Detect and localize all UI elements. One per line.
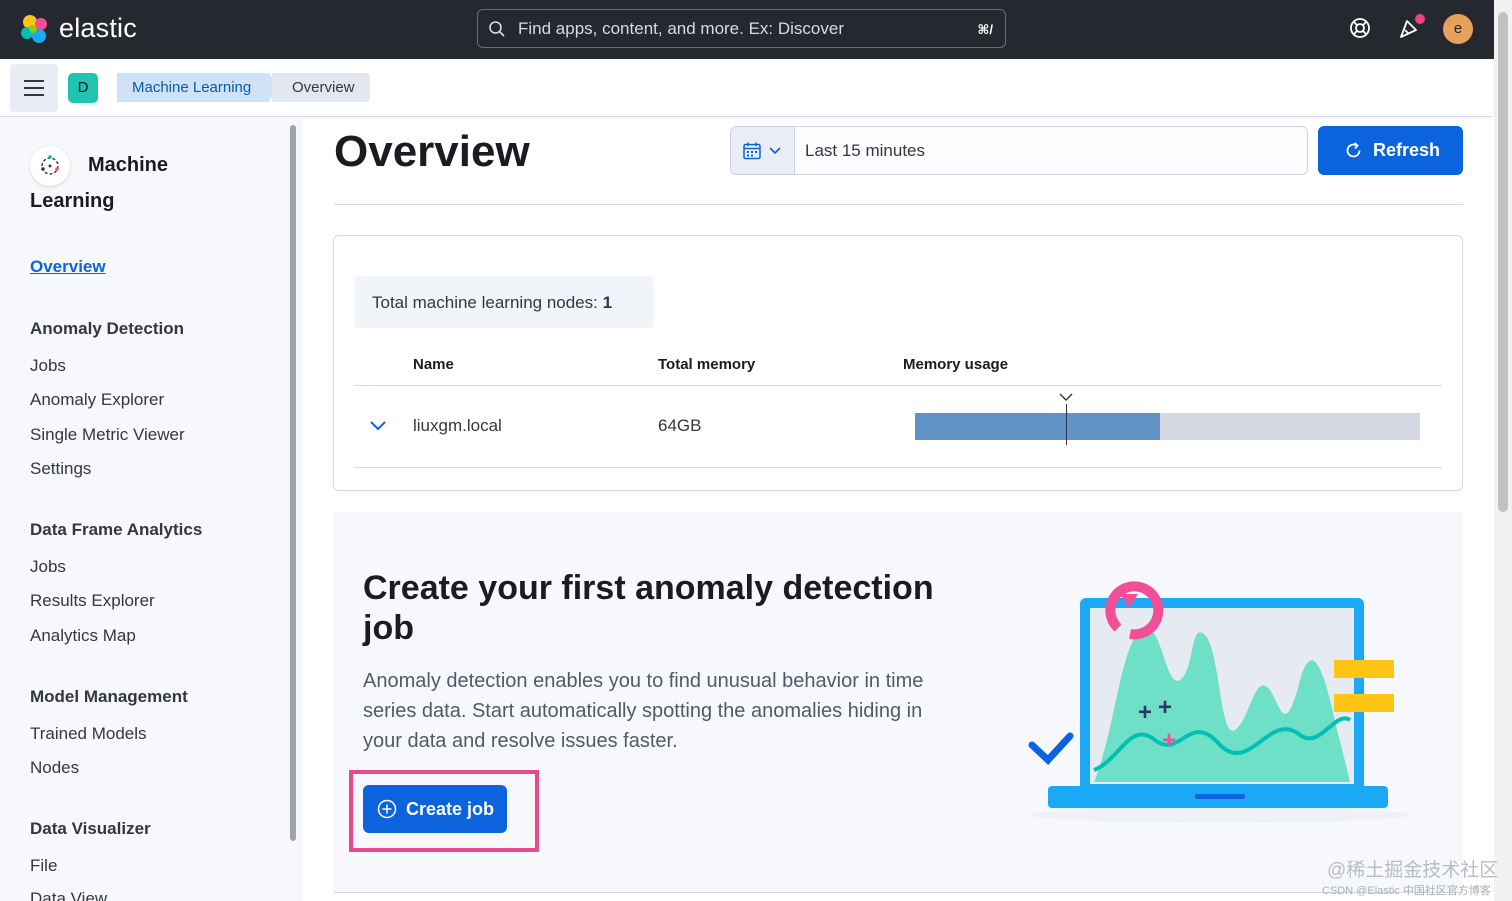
sidebar-item-ad-settings[interactable]: Settings bbox=[30, 459, 91, 479]
sidebar-item-anomaly-explorer[interactable]: Anomaly Explorer bbox=[30, 390, 164, 410]
column-header-name[interactable]: Name bbox=[413, 356, 454, 373]
table-row-divider bbox=[354, 467, 1442, 468]
top-header: elastic Find apps, content, and more. Ex… bbox=[0, 0, 1512, 59]
sidebar-item-analytics-map[interactable]: Analytics Map bbox=[30, 626, 136, 646]
refresh-icon bbox=[1346, 142, 1361, 158]
expand-row-chevron-icon[interactable] bbox=[369, 420, 387, 432]
global-search-input[interactable]: Find apps, content, and more. Ex: Discov… bbox=[477, 9, 1006, 48]
memory-marker-chevron-icon bbox=[1059, 393, 1073, 401]
memory-usage-marker bbox=[1066, 404, 1067, 445]
elastic-logo-icon[interactable] bbox=[18, 13, 52, 45]
column-header-total-memory[interactable]: Total memory bbox=[658, 356, 755, 373]
ml-app-icon bbox=[41, 155, 59, 175]
menu-toggle-button[interactable] bbox=[10, 64, 58, 112]
svg-text:+: + bbox=[1162, 727, 1176, 754]
hamburger-icon bbox=[24, 80, 44, 82]
total-nodes-badge: Total machine learning nodes: 1 bbox=[354, 276, 654, 328]
total-nodes-label: Total machine learning nodes: bbox=[372, 293, 598, 312]
calendar-icon bbox=[743, 142, 761, 160]
page-scrollbar-thumb[interactable] bbox=[1498, 12, 1508, 512]
machine-learning-icon bbox=[30, 146, 70, 186]
svg-text:+: + bbox=[1158, 694, 1172, 721]
sidebar-item-ad-jobs[interactable]: Jobs bbox=[30, 356, 66, 376]
column-header-memory-usage[interactable]: Memory usage bbox=[903, 356, 1008, 373]
user-avatar[interactable]: e bbox=[1443, 14, 1473, 44]
sidebar-item-nodes[interactable]: Nodes bbox=[30, 758, 79, 778]
sidebar-scrollbar[interactable] bbox=[290, 125, 296, 841]
promo-description: Anomaly detection enables you to find un… bbox=[363, 670, 924, 752]
create-job-button[interactable]: Create job bbox=[363, 785, 507, 833]
node-name-cell: liuxgm.local bbox=[413, 416, 502, 435]
sidebar-title-line2: Learning bbox=[30, 190, 115, 212]
sidebar-item-trained-models[interactable]: Trained Models bbox=[30, 724, 147, 744]
total-memory-cell: 64GB bbox=[658, 416, 702, 435]
search-icon bbox=[489, 21, 505, 37]
anomaly-detection-illustration: + + + bbox=[1028, 581, 1410, 823]
notification-dot bbox=[1415, 14, 1425, 24]
sidebar-group-anomaly-detection: Anomaly Detection bbox=[30, 319, 184, 338]
breadcrumb-machine-learning[interactable]: Machine Learning bbox=[117, 73, 279, 102]
breadcrumb-overview: Overview bbox=[272, 73, 370, 102]
svg-text:+: + bbox=[1138, 699, 1152, 726]
brand-name[interactable]: elastic bbox=[59, 13, 137, 44]
table-header-divider bbox=[354, 385, 1442, 386]
sidebar-group-model-management: Model Management bbox=[30, 687, 188, 706]
sidebar-item-data-view[interactable]: Data View bbox=[30, 889, 107, 901]
hamburger-icon bbox=[24, 87, 44, 89]
refresh-button[interactable]: Refresh bbox=[1318, 126, 1463, 175]
memory-usage-fill bbox=[915, 413, 1160, 440]
title-divider bbox=[334, 204, 1463, 205]
hamburger-icon bbox=[24, 94, 44, 96]
space-selector[interactable]: D bbox=[68, 73, 98, 103]
page-title: Overview bbox=[334, 127, 530, 176]
breadcrumb-bar: D Machine Learning Overview bbox=[0, 59, 1492, 117]
quick-select-button[interactable] bbox=[731, 127, 795, 174]
search-placeholder: Find apps, content, and more. Ex: Discov… bbox=[518, 19, 844, 38]
section-divider bbox=[334, 892, 1463, 893]
plus-in-circle-icon bbox=[377, 799, 397, 819]
ml-sidebar bbox=[0, 118, 303, 901]
sidebar-group-data-visualizer: Data Visualizer bbox=[30, 819, 151, 838]
memory-usage-bar[interactable] bbox=[915, 413, 1420, 440]
promo-title: Create your first anomaly detection job bbox=[363, 569, 934, 647]
chevron-down-icon bbox=[769, 147, 781, 155]
date-range-text[interactable]: Last 15 minutes bbox=[805, 141, 925, 161]
watermark-line2: CSDN @Elastic 中国社区官方博客 bbox=[1322, 885, 1491, 897]
refresh-label: Refresh bbox=[1373, 140, 1441, 160]
create-job-label: Create job bbox=[406, 799, 495, 819]
sidebar-item-dfa-jobs[interactable]: Jobs bbox=[30, 557, 66, 577]
sidebar-item-results-explorer[interactable]: Results Explorer bbox=[30, 591, 155, 611]
total-nodes-count: 1 bbox=[602, 293, 613, 312]
sidebar-title-line1: Machine bbox=[88, 154, 169, 176]
page-scrollbar[interactable] bbox=[1494, 0, 1512, 901]
total-nodes-text: Total machine learning nodes: 1 bbox=[372, 293, 612, 313]
help-icon[interactable] bbox=[1349, 17, 1371, 39]
date-range-picker[interactable]: Last 15 minutes bbox=[730, 126, 1308, 175]
sidebar-item-single-metric-viewer[interactable]: Single Metric Viewer bbox=[30, 425, 185, 445]
nodes-panel bbox=[333, 235, 1463, 491]
search-shortcut: ⌘/ bbox=[977, 22, 993, 37]
watermark-line1: @稀土掘金技术社区 bbox=[1327, 860, 1499, 881]
sidebar-group-data-frame-analytics: Data Frame Analytics bbox=[30, 520, 203, 539]
sidebar-item-file[interactable]: File bbox=[30, 856, 57, 876]
sidebar-item-overview[interactable]: Overview bbox=[30, 257, 106, 277]
